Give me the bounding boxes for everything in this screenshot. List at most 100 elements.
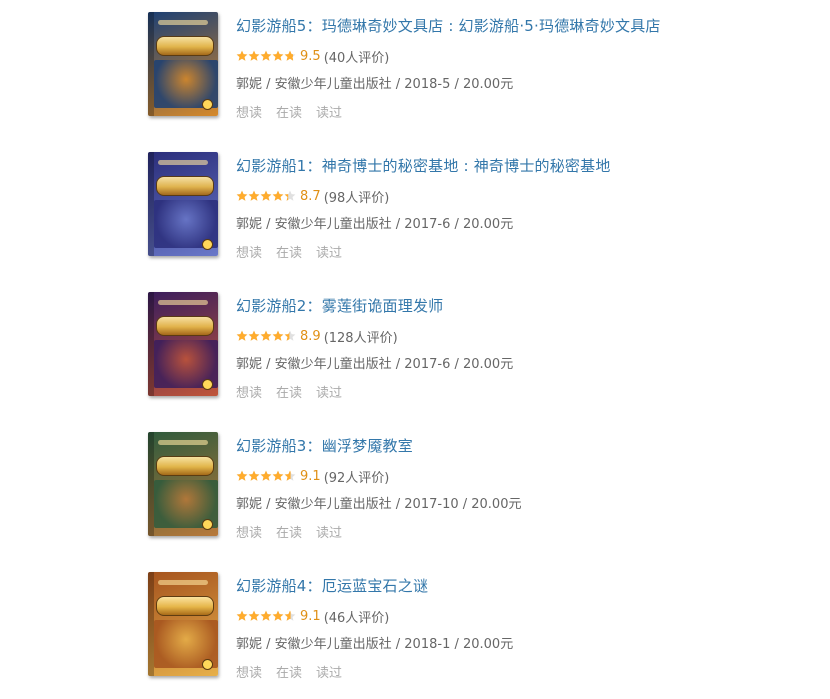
reading-button[interactable]: 在读: [276, 102, 302, 121]
cover-volume-badge: [202, 519, 213, 530]
book-cover[interactable]: [148, 572, 218, 676]
want-to-read-button[interactable]: 想读: [236, 662, 262, 681]
star-filled-icon: [248, 50, 260, 61]
star-filled-icon: [272, 470, 284, 481]
rating-score: 9.1: [300, 608, 321, 624]
publication-info: 郭妮 / 安徽少年儿童出版社 / 2017-10 / 20.00元: [236, 497, 522, 512]
action-bar: 想读 在读 读过: [236, 522, 342, 541]
rating-stars: [236, 610, 296, 622]
book-title-link[interactable]: 幻影游船3：幽浮梦魇教室: [236, 435, 413, 456]
action-bar: 想读 在读 读过: [236, 382, 342, 401]
rating-stars: [236, 470, 296, 482]
cover-volume-badge: [202, 379, 213, 390]
rating-score: 9.1: [300, 468, 321, 484]
cover-spine: [148, 12, 154, 116]
book-cover[interactable]: [148, 152, 218, 256]
cover-spine: [148, 432, 154, 536]
reading-button[interactable]: 在读: [276, 382, 302, 401]
cover-logo: [156, 36, 214, 56]
star-filled-icon: [260, 470, 272, 481]
action-bar: 想读 在读 读过: [236, 242, 342, 261]
star-filled-icon: [236, 50, 248, 61]
cover-volume-badge: [202, 659, 213, 670]
star-filled-icon: [248, 470, 260, 481]
cover-volume-badge: [202, 99, 213, 110]
star-icons: [236, 610, 296, 621]
have-read-button[interactable]: 读过: [316, 102, 342, 121]
cover-spine: [148, 572, 154, 676]
book-item: 幻影游船1：神奇博士的秘密基地 : 神奇博士的秘密基地 8.7 (98人评价) …: [0, 140, 830, 270]
star-filled-icon: [260, 330, 272, 341]
rating-row: 8.9 (128人评价): [236, 327, 398, 346]
publication-info: 郭妮 / 安徽少年儿童出版社 / 2017-6 / 20.00元: [236, 217, 514, 232]
cover-logo: [156, 316, 214, 336]
book-item: 幻影游船2：雾莲街诡面理发师 8.9 (128人评价) 郭妮 / 安徽少年儿童出…: [0, 280, 830, 410]
cover-band: [158, 580, 208, 585]
star-filled-icon: [236, 610, 248, 621]
cover-band: [158, 300, 208, 305]
rating-row: 9.1 (92人评价): [236, 467, 390, 486]
cover-volume-badge: [202, 239, 213, 250]
star-icons: [236, 50, 296, 61]
publication-info: 郭妮 / 安徽少年儿童出版社 / 2018-5 / 20.00元: [236, 77, 514, 92]
star-filled-icon: [260, 190, 272, 201]
star-filled-icon: [236, 330, 248, 341]
cover-band: [158, 160, 208, 165]
star-filled-icon: [248, 610, 260, 621]
cover-logo: [156, 176, 214, 196]
book-cover[interactable]: [148, 292, 218, 396]
book-list: 幻影游船5：玛德琳奇妙文具店 : 幻影游船·5·玛德琳奇妙文具店 9.5 (40…: [0, 0, 830, 699]
rating-score: 9.5: [300, 48, 321, 64]
book-title-link[interactable]: 幻影游船5：玛德琳奇妙文具店 : 幻影游船·5·玛德琳奇妙文具店: [236, 15, 661, 36]
rating-row: 8.7 (98人评价): [236, 187, 389, 206]
star-icons: [236, 190, 296, 201]
star-filled-icon: [272, 50, 284, 61]
reading-button[interactable]: 在读: [276, 662, 302, 681]
rating-count: (128人评价): [323, 330, 398, 346]
reading-button[interactable]: 在读: [276, 522, 302, 541]
book-cover[interactable]: [148, 432, 218, 536]
have-read-button[interactable]: 读过: [316, 382, 342, 401]
book-title-link[interactable]: 幻影游船2：雾莲街诡面理发师: [236, 295, 443, 316]
book-item: 幻影游船3：幽浮梦魇教室 9.1 (92人评价) 郭妮 / 安徽少年儿童出版社 …: [0, 420, 830, 550]
book-cover[interactable]: [148, 12, 218, 116]
rating-stars: [236, 50, 296, 62]
have-read-button[interactable]: 读过: [316, 242, 342, 261]
publication-info: 郭妮 / 安徽少年儿童出版社 / 2017-6 / 20.00元: [236, 357, 514, 372]
star-filled-icon: [260, 610, 272, 621]
book-title-link[interactable]: 幻影游船4：厄运蓝宝石之谜: [236, 575, 428, 596]
cover-band: [158, 20, 208, 25]
star-filled-icon: [272, 610, 284, 621]
rating-row: 9.1 (46人评价): [236, 607, 390, 626]
have-read-button[interactable]: 读过: [316, 522, 342, 541]
rating-count: (46人评价): [323, 610, 390, 626]
rating-stars: [236, 190, 296, 202]
cover-logo: [156, 596, 214, 616]
action-bar: 想读 在读 读过: [236, 102, 342, 121]
want-to-read-button[interactable]: 想读: [236, 242, 262, 261]
rating-stars: [236, 330, 296, 342]
cover-logo: [156, 456, 214, 476]
want-to-read-button[interactable]: 想读: [236, 382, 262, 401]
book-item: 幻影游船4：厄运蓝宝石之谜 9.1 (46人评价) 郭妮 / 安徽少年儿童出版社…: [0, 560, 830, 690]
rating-score: 8.9: [300, 328, 321, 344]
publication-info: 郭妮 / 安徽少年儿童出版社 / 2018-1 / 20.00元: [236, 637, 514, 652]
reading-button[interactable]: 在读: [276, 242, 302, 261]
rating-count: (92人评价): [323, 470, 390, 486]
want-to-read-button[interactable]: 想读: [236, 522, 262, 541]
rating-count: (40人评价): [323, 50, 390, 66]
cover-spine: [148, 292, 154, 396]
star-icons: [236, 330, 296, 341]
star-filled-icon: [236, 190, 248, 201]
cover-spine: [148, 152, 154, 256]
have-read-button[interactable]: 读过: [316, 662, 342, 681]
rating-row: 9.5 (40人评价): [236, 47, 390, 66]
star-icons: [236, 470, 296, 481]
star-filled-icon: [236, 470, 248, 481]
star-filled-icon: [248, 190, 260, 201]
rating-score: 8.7: [300, 188, 321, 204]
want-to-read-button[interactable]: 想读: [236, 102, 262, 121]
action-bar: 想读 在读 读过: [236, 662, 342, 681]
star-filled-icon: [248, 330, 260, 341]
book-title-link[interactable]: 幻影游船1：神奇博士的秘密基地 : 神奇博士的秘密基地: [236, 155, 611, 176]
